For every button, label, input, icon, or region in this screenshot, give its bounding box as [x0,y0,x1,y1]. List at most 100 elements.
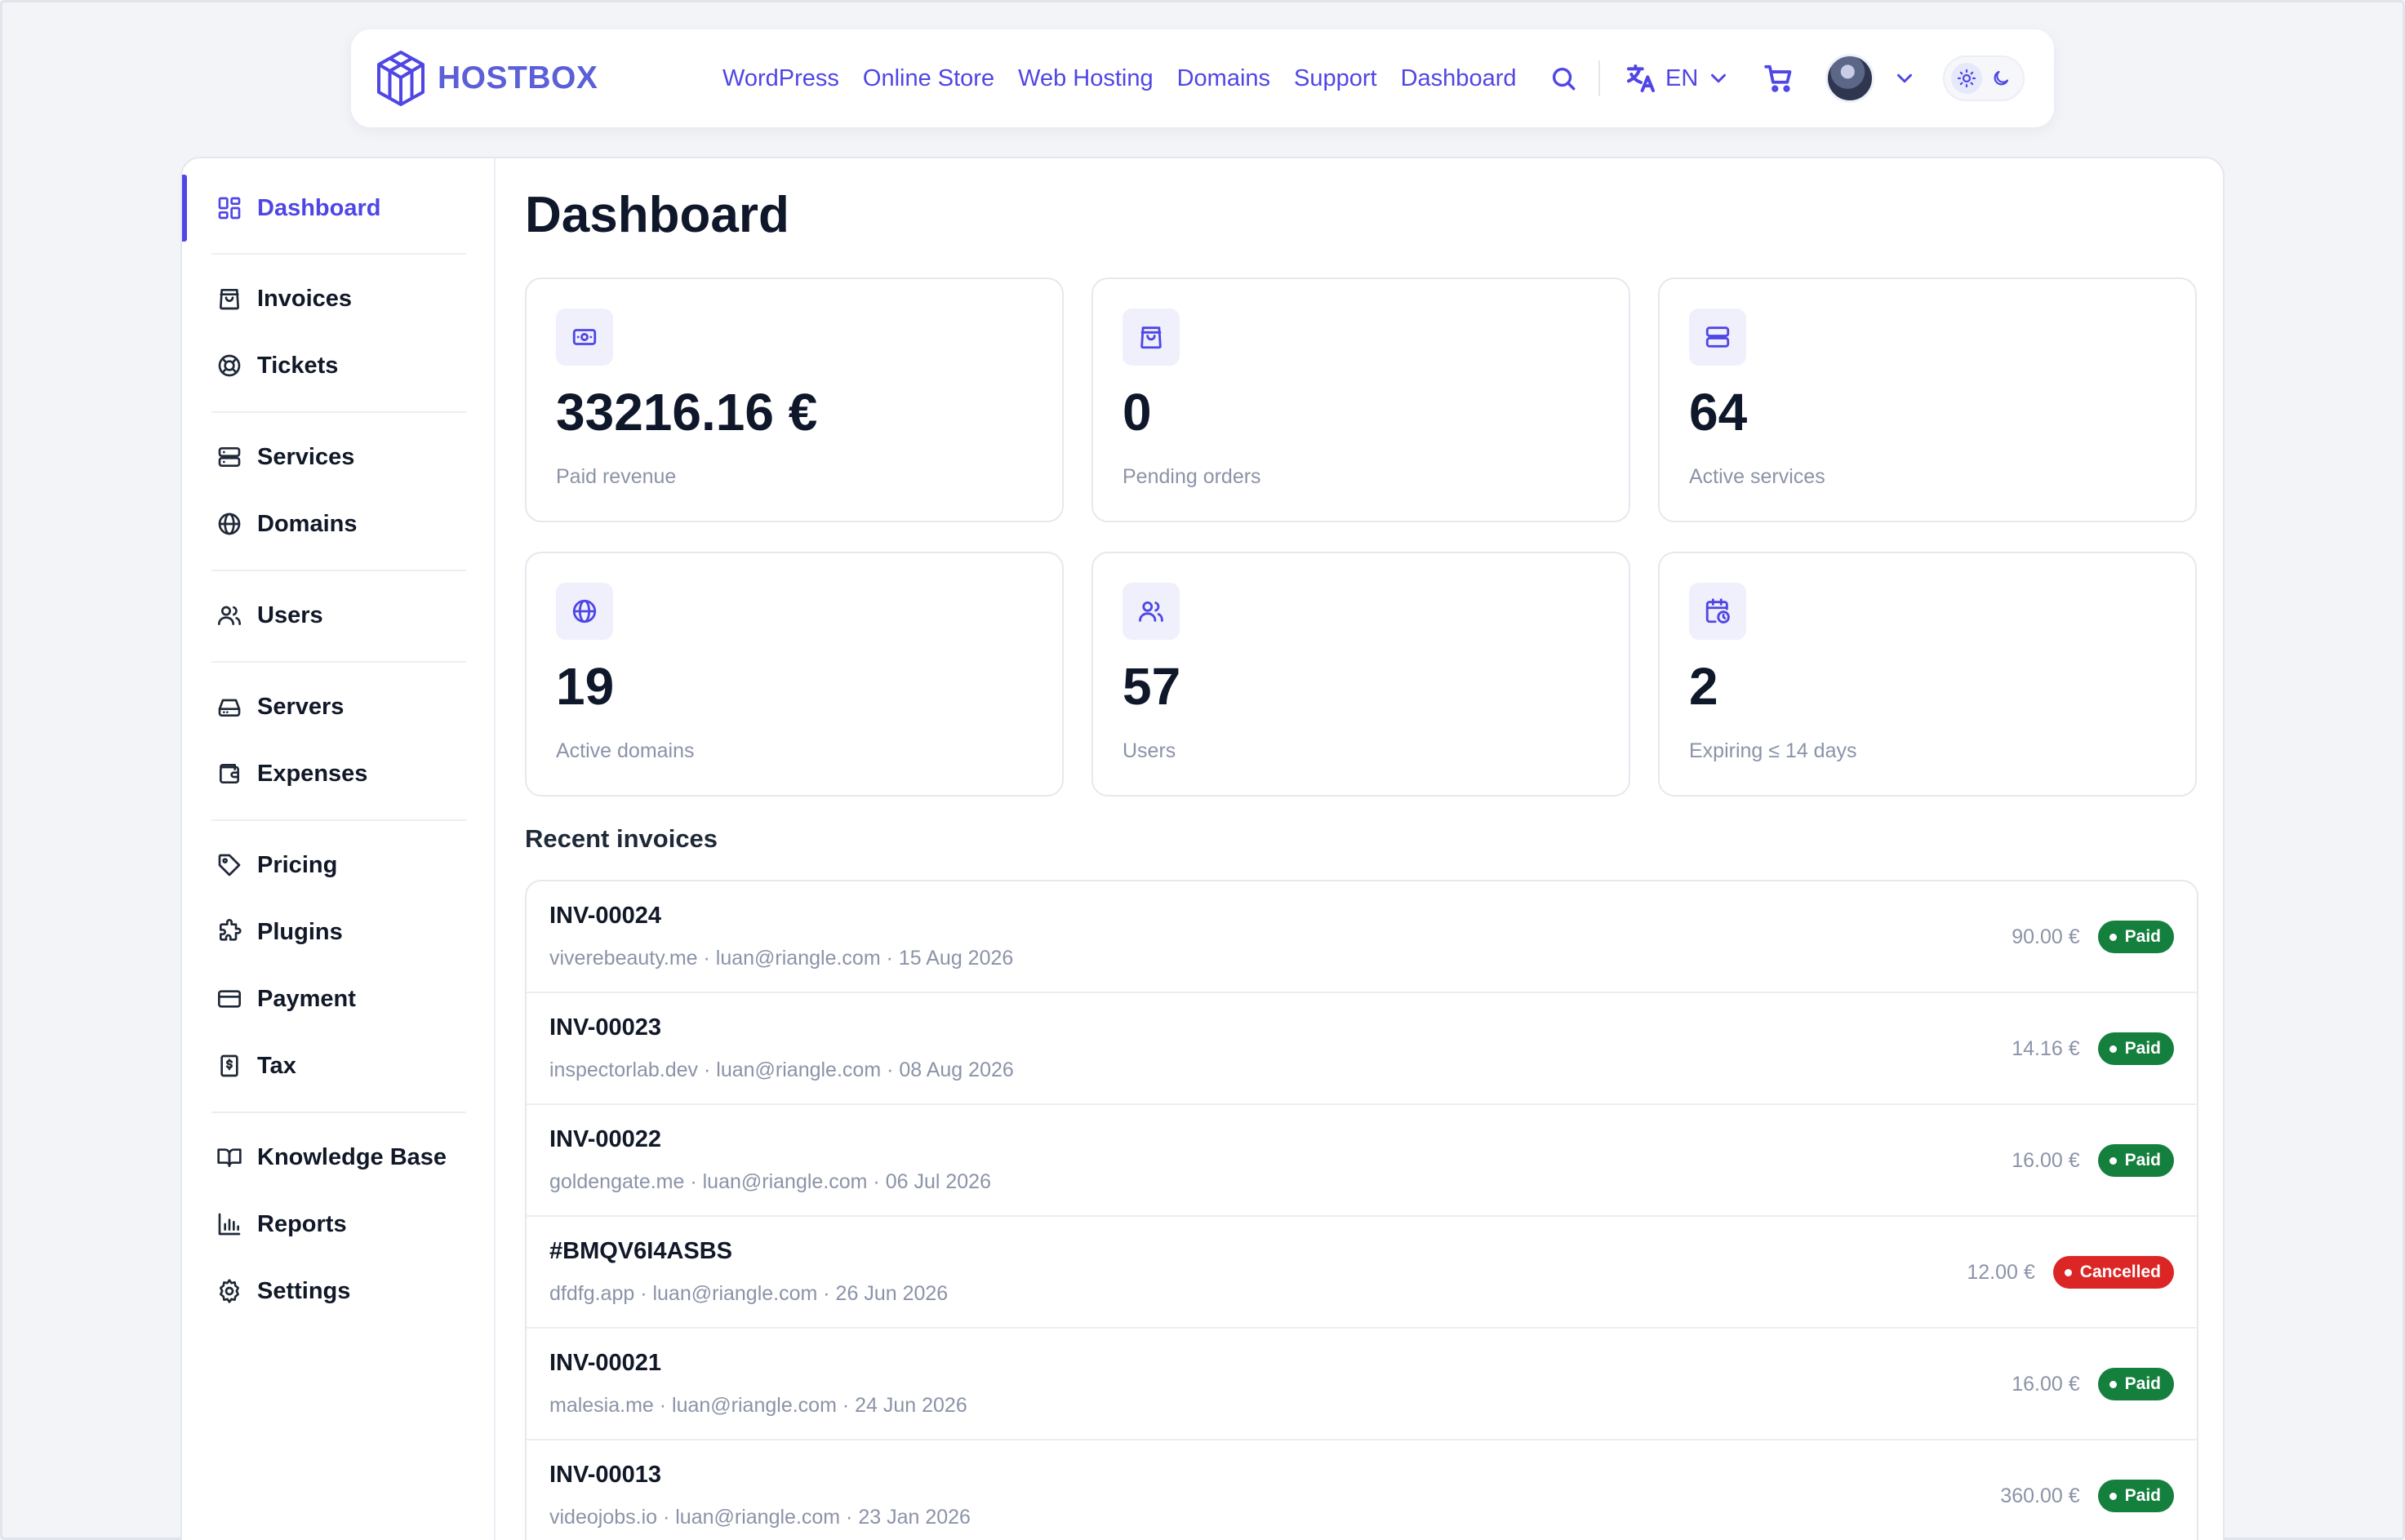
sidebar-item-servers[interactable]: Servers [182,682,496,731]
invoice-amount: 16.00 € [2012,1148,2080,1172]
language-selector[interactable]: EN [1625,29,1731,127]
nav-divider [1598,60,1600,96]
sidebar-item-label: Plugins [257,918,343,945]
stat-value: 19 [556,657,615,716]
main-container: Dashboard Invoices Tickets Services Doma… [180,157,2225,1540]
status-badge: Cancelled [2052,1256,2174,1289]
sidebar-item-label: Expenses [257,760,368,787]
invoice-meta: malesia.me · luan@riangle.com · 24 Jun 2… [549,1394,967,1417]
invoice-row[interactable]: INV-00022 goldengate.me · luan@riangle.c… [527,1105,2197,1217]
invoice-amount: 14.16 € [2012,1036,2080,1060]
users-icon [218,606,241,625]
sidebar-divider [211,411,466,413]
sidebar-item-expenses[interactable]: Expenses [182,749,496,798]
sidebar-item-reports[interactable]: Reports [182,1200,496,1249]
invoice-meta: inspectorlab.dev · luan@riangle.com · 08… [549,1058,1014,1081]
invoice-amount: 12.00 € [1967,1260,2035,1284]
search-icon [1552,67,1576,91]
stat-card-active-services: 64 Active services [1658,277,2197,522]
status-dot [2109,1156,2117,1165]
status-dot [2109,1380,2117,1388]
status-dot [2064,1268,2072,1276]
search-button[interactable] [1549,29,1577,127]
sidebar-item-payment[interactable]: Payment [182,974,496,1023]
invoice-id: INV-00024 [549,903,662,929]
server-stack-icon [218,447,241,467]
stat-card-users: 57 Users [1091,552,1630,797]
brand-name: HOSTBOX [438,60,598,95]
invoice-meta: viverebeauty.me · luan@riangle.com · 15 … [549,947,1014,970]
sidebar-item-label: Reports [257,1210,347,1237]
stat-label: Active domains [556,739,695,762]
invoice-row[interactable]: INV-00023 inspectorlab.dev · luan@riangl… [527,993,2197,1105]
sidebar-item-plugins[interactable]: Plugins [182,908,496,956]
nav-link-wordpress[interactable]: WordPress [722,65,839,92]
stat-value: 33216.16 € [556,383,818,442]
sidebar-item-label: Knowledge Base [257,1143,447,1170]
brand-logo[interactable]: HOSTBOX [376,49,598,108]
status-badge: Paid [2097,1480,2174,1512]
moon-icon [1994,70,2009,86]
invoice-id: #BMQV6I4ASBS [549,1238,733,1264]
sidebar-item-knowledge-base[interactable]: Knowledge Base [182,1133,496,1182]
globe-icon [572,599,597,624]
book-open-icon [217,1148,242,1167]
sidebar-item-settings[interactable]: Settings [182,1267,496,1316]
nav-link-domains[interactable]: Domains [1177,65,1270,92]
stat-value: 64 [1689,383,1748,442]
cart-button[interactable] [1763,29,1794,127]
light-mode-button[interactable] [1951,63,1982,94]
top-navigation: HOSTBOX WordPress Online Store Web Hosti… [351,29,2054,127]
stat-value: 0 [1122,383,1152,442]
sidebar-item-label: Domains [257,510,358,537]
sidebar-item-pricing[interactable]: Pricing [182,841,496,890]
sidebar-item-label: Pricing [257,851,338,878]
banknote-icon [572,329,597,345]
invoice-row[interactable]: #BMQV6I4ASBS dfdfg.app · luan@riangle.co… [527,1217,2197,1329]
calendar-clock-icon [1705,598,1730,624]
invoice-row[interactable]: INV-00024 viverebeauty.me · luan@riangle… [527,881,2197,993]
sidebar-item-services[interactable]: Services [182,433,496,482]
hard-drive-icon [218,699,241,717]
page-title: Dashboard [525,187,789,243]
status-dot [2109,1045,2117,1053]
invoice-meta: goldengate.me · luan@riangle.com · 06 Ju… [549,1170,991,1193]
invoice-row[interactable]: INV-00013 videojobs.io · luan@riangle.co… [527,1440,2197,1540]
status-badge: Paid [2097,921,2174,953]
sidebar-item-tax[interactable]: Tax [182,1041,496,1090]
sidebar-item-users[interactable]: Users [182,591,496,640]
sidebar-item-dashboard[interactable]: Dashboard [182,184,496,233]
sidebar-item-label: Payment [257,985,356,1012]
dashboard-grid-icon [218,197,241,220]
sidebar-divider [211,570,466,571]
invoice-meta: dfdfg.app · luan@riangle.com · 26 Jun 20… [549,1282,949,1305]
invoice-id: INV-00022 [549,1126,662,1152]
stat-card-expiring: 2 Expiring ≤ 14 days [1658,552,2197,797]
nav-link-online-store[interactable]: Online Store [863,65,994,92]
stat-label: Users [1122,739,1176,762]
dark-mode-button[interactable] [1985,63,2016,94]
sidebar-divider [211,253,466,255]
sidebar-item-label: Invoices [257,285,353,312]
recent-invoices-list: INV-00024 viverebeauty.me · luan@riangle… [525,880,2198,1540]
stat-label: Paid revenue [556,465,677,488]
nav-link-support[interactable]: Support [1294,65,1377,92]
lifebuoy-icon [218,354,241,377]
language-label: EN [1665,64,1699,91]
sidebar-item-tickets[interactable]: Tickets [182,341,496,390]
sidebar-item-domains[interactable]: Domains [182,499,496,548]
translate-icon [1627,64,1655,92]
nav-link-web-hosting[interactable]: Web Hosting [1018,65,1154,92]
sidebar-divider [211,1112,466,1113]
sidebar-item-invoices[interactable]: Invoices [182,274,496,323]
invoice-row[interactable]: INV-00021 malesia.me · luan@riangle.com … [527,1329,2197,1440]
status-dot [2109,1492,2117,1500]
nav-link-dashboard[interactable]: Dashboard [1401,65,1517,92]
wallet-icon [220,764,239,783]
tag-icon [218,854,241,877]
chevron-down-icon [1897,73,1912,83]
theme-toggle[interactable] [1943,55,2025,101]
stat-label: Pending orders [1122,465,1261,488]
user-menu[interactable] [1825,29,1917,127]
bar-chart-icon [218,1213,241,1236]
